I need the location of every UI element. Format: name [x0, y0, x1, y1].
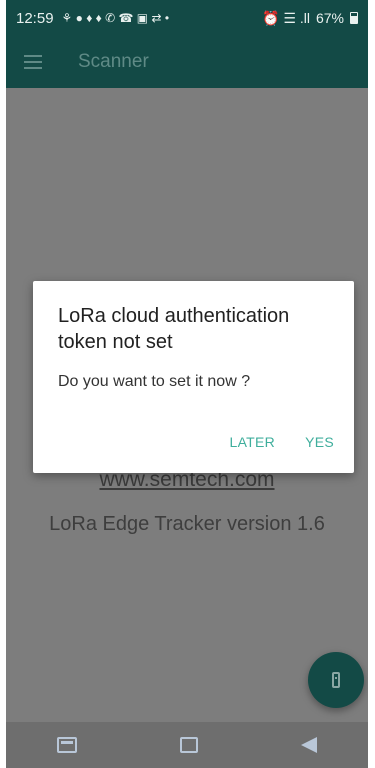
dialog-title: LoRa cloud authentication token not set	[58, 305, 290, 353]
version-text: LoRa Edge Tracker version 1.6	[49, 513, 325, 535]
home-icon[interactable]	[179, 737, 198, 753]
app-title: Scanner	[78, 51, 149, 72]
status-bar: 12:59 ⚘ ● ♦ ♦ ✆ ☎ ▣ ⇄ • ⏰ ☰ .ll 67%	[6, 0, 368, 36]
phone-device-icon	[332, 672, 340, 688]
app-bar: Scanner	[6, 36, 368, 88]
system-nav-bar	[6, 722, 368, 768]
back-icon[interactable]	[300, 737, 317, 753]
dialog-actions: LATER YES	[229, 434, 334, 450]
notification-icons: ⚘ ● ♦ ♦ ✆ ☎ ▣ ⇄ •	[61, 11, 170, 25]
battery-icon	[350, 12, 358, 24]
phone-screen: 12:59 ⚘ ● ♦ ♦ ✆ ☎ ▣ ⇄ • ⏰ ☰ .ll 67% Scan…	[6, 0, 368, 768]
status-time: 12:59	[16, 9, 54, 27]
hamburger-icon[interactable]	[24, 55, 42, 69]
battery-percent: 67%	[315, 10, 344, 26]
recent-apps-icon[interactable]	[57, 737, 78, 753]
yes-button[interactable]: YES	[305, 434, 334, 450]
status-right: ⏰ ☰ .ll 67%	[262, 10, 358, 27]
later-button[interactable]: LATER	[229, 434, 275, 450]
dialog-message: Do you want to set it now ?	[58, 373, 251, 390]
auth-token-dialog: LoRa cloud authentication token not set …	[33, 281, 354, 473]
device-fab-button[interactable]	[308, 652, 364, 708]
signal-icons: ⏰ ☰ .ll	[262, 9, 310, 26]
